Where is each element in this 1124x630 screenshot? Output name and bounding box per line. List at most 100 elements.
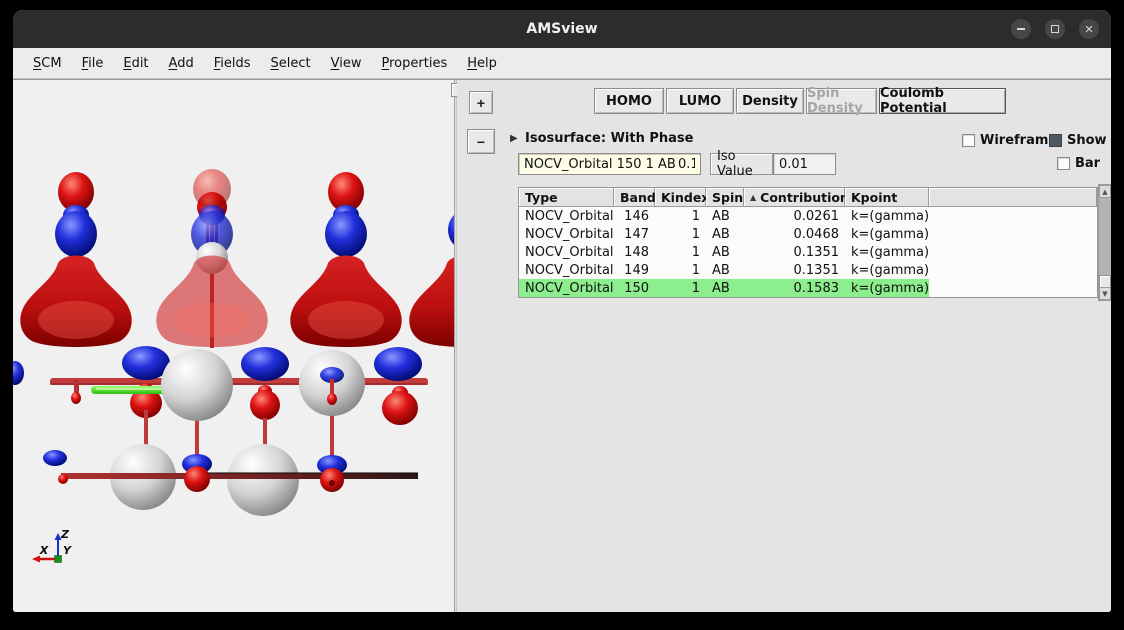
3d-viewport[interactable]: X Y Z (13, 80, 454, 612)
cell: 0.1351 (744, 261, 845, 279)
show-label: Show (1067, 133, 1107, 148)
cell: 0.0468 (744, 225, 845, 243)
maximize-icon (1051, 25, 1059, 33)
molecule-visualization: X Y Z (13, 80, 454, 612)
menu-item-select[interactable]: Select (261, 56, 321, 71)
cell: 0.1351 (744, 243, 845, 261)
table-row[interactable]: NOCV_Orbital1501AB0.1583k=(gamma) (519, 279, 1097, 297)
column-header-label: Band (620, 190, 656, 205)
y-axis-label: Y (63, 544, 72, 557)
scroll-up-icon[interactable]: ▲ (1099, 185, 1111, 198)
isosurface-columns (20, 169, 454, 348)
cell: 1 (655, 243, 706, 261)
table-row[interactable]: NOCV_Orbital1481AB0.1351k=(gamma) (519, 243, 1097, 261)
surface-atoms-lower (43, 444, 418, 516)
cell: NOCV_Orbital (519, 225, 614, 243)
table-row[interactable]: NOCV_Orbital1461AB0.0261k=(gamma) (519, 207, 1097, 225)
cell: NOCV_Orbital (519, 261, 614, 279)
amsview-window: AMSview ✕ SCMFileEditAddFieldsSelectView… (13, 10, 1111, 612)
cell (929, 243, 1097, 261)
sort-ascending-icon: ▲ (750, 193, 756, 202)
bar-checkbox[interactable] (1057, 157, 1070, 170)
tab-density[interactable]: Density (736, 88, 804, 114)
minimize-button[interactable] (1011, 19, 1031, 39)
cell: 1 (655, 261, 706, 279)
wireframe-checkbox[interactable] (962, 134, 975, 147)
field-tabs: HOMOLUMODensitySpin DensityCoulomb Poten… (594, 88, 1008, 114)
cell: k=(gamma) (845, 279, 929, 297)
close-icon: ✕ (1084, 24, 1093, 35)
iso-value-label: Iso Value (710, 153, 773, 175)
cell: 1 (655, 225, 706, 243)
show-checkbox[interactable] (1049, 134, 1062, 147)
cell: 0.0261 (744, 207, 845, 225)
tab-lumo[interactable]: LUMO (666, 88, 734, 114)
orbital-selector-contribution: 0.1 (678, 157, 695, 172)
edge-lobe (13, 361, 24, 385)
wireframe-checkbox-row: Wireframe (962, 133, 1057, 148)
menu-item-scm[interactable]: SCM (23, 56, 72, 71)
column-header-kindex[interactable]: Kindex (655, 188, 706, 207)
column-header-type[interactable]: Type (519, 188, 614, 207)
remove-field-button[interactable]: − (467, 129, 495, 154)
menu-item-help[interactable]: Help (457, 56, 507, 71)
show-checkbox-row: Show (1049, 133, 1107, 148)
cell (929, 261, 1097, 279)
column-header-label: Spin (712, 190, 743, 205)
menu-item-add[interactable]: Add (159, 56, 204, 71)
minimize-icon (1017, 28, 1025, 30)
menu-item-view[interactable]: View (321, 56, 372, 71)
table-header-row: Type BandKindex Spin▲Contribution Kpoint (519, 188, 1097, 207)
column-header-label: Kpoint (851, 190, 897, 205)
table-scrollbar[interactable]: ▲ ▼ (1098, 184, 1111, 301)
tab-coulomb-potential[interactable]: Coulomb Potential (879, 88, 1006, 114)
menubar: SCMFileEditAddFieldsSelectViewProperties… (13, 48, 1111, 79)
close-button[interactable]: ✕ (1079, 19, 1099, 39)
scroll-down-icon[interactable]: ▼ (1099, 287, 1111, 300)
orbital-selector[interactable]: NOCV_Orbital 150 1 AB 0.1 (518, 153, 701, 175)
cell: 1 (655, 279, 706, 297)
tab-spin-density: Spin Density (806, 88, 877, 114)
cell: 146 (614, 207, 655, 225)
wireframe-label: Wireframe (980, 133, 1057, 148)
main-content: X Y Z + HOMOLUMODensitySpin DensityCoulo… (13, 79, 1111, 612)
cell: k=(gamma) (845, 261, 929, 279)
menu-item-fields[interactable]: Fields (204, 56, 261, 71)
cell: 149 (614, 261, 655, 279)
window-title: AMSview (526, 21, 597, 37)
cell: AB (706, 225, 744, 243)
cell: 147 (614, 225, 655, 243)
iso-value-input[interactable]: 0.01 (773, 153, 836, 175)
table-row[interactable]: NOCV_Orbital1471AB0.0468k=(gamma) (519, 225, 1097, 243)
tab-homo[interactable]: HOMO (594, 88, 664, 114)
add-field-button[interactable]: + (469, 91, 493, 114)
fields-panel: + HOMOLUMODensitySpin DensityCoulomb Pot… (457, 80, 1111, 612)
bar-label: Bar (1075, 156, 1100, 171)
cell: 148 (614, 243, 655, 261)
axis-origin (55, 556, 62, 563)
orbital-selector-value: NOCV_Orbital 150 1 AB (524, 157, 678, 172)
column-header-spin[interactable]: Spin (706, 188, 744, 207)
cell: k=(gamma) (845, 225, 929, 243)
column-header-band[interactable]: Band (614, 188, 655, 207)
menu-item-edit[interactable]: Edit (113, 56, 158, 71)
menu-item-properties[interactable]: Properties (372, 56, 458, 71)
z-axis-label: Z (60, 528, 70, 541)
cell (929, 207, 1097, 225)
titlebar[interactable]: AMSview ✕ (13, 10, 1111, 48)
expander-arrow-icon[interactable]: ▶ (510, 133, 518, 144)
bar-checkbox-row: Bar (1057, 156, 1100, 171)
cell: k=(gamma) (845, 207, 929, 225)
table-row[interactable]: NOCV_Orbital1491AB0.1351k=(gamma) (519, 261, 1097, 279)
column-header-filler[interactable] (929, 188, 1097, 207)
window-controls: ✕ (1011, 10, 1099, 48)
cell: 150 (614, 279, 655, 297)
column-header-contribution[interactable]: ▲Contribution (744, 188, 845, 207)
maximize-button[interactable] (1045, 19, 1065, 39)
x-axis-label: X (39, 544, 49, 557)
menu-item-file[interactable]: File (72, 56, 114, 71)
column-header-kpoint[interactable]: Kpoint (845, 188, 929, 207)
cell: AB (706, 243, 744, 261)
orbital-table: Type BandKindex Spin▲Contribution Kpoint NOC… (518, 187, 1098, 298)
cell: 0.1583 (744, 279, 845, 297)
